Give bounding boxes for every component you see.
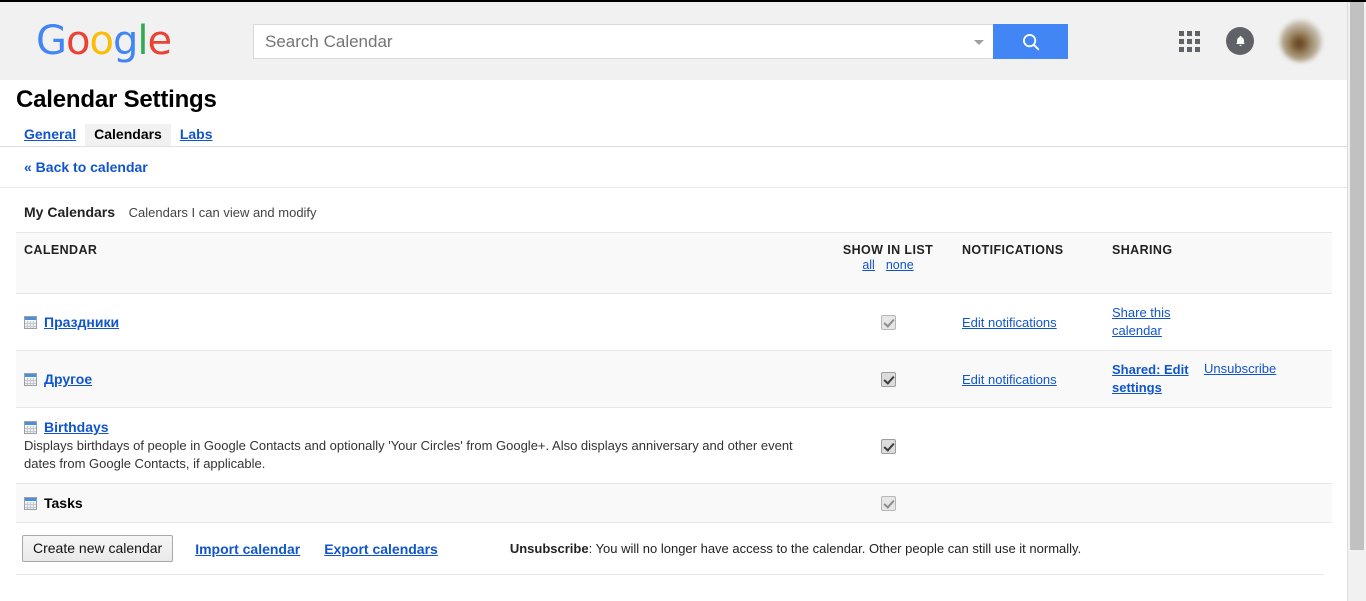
calendar-icon bbox=[24, 421, 37, 434]
edit-notifications-link[interactable]: Edit notifications bbox=[962, 372, 1057, 387]
notifications-cell: Edit notifications bbox=[962, 293, 1112, 351]
google-top-bar: Google bbox=[0, 2, 1348, 80]
unsubscribe-note: Unsubscribe: You will no longer have acc… bbox=[510, 541, 1081, 556]
sharing-cell: Share this calendar bbox=[1112, 293, 1332, 351]
calendar-link-prazdniki[interactable]: Праздники bbox=[44, 313, 119, 331]
tab-labs[interactable]: Labs bbox=[171, 124, 222, 146]
section-subtitle: Calendars I can view and modify bbox=[128, 205, 317, 220]
settings-header: Calendar Settings General Calendars Labs bbox=[0, 80, 1348, 147]
sharing-cell bbox=[1112, 407, 1332, 484]
page-scrollbar[interactable] bbox=[1347, 2, 1366, 601]
calendar-name-cell: Другое bbox=[16, 350, 814, 408]
unsubscribe-link[interactable]: Unsubscribe bbox=[1204, 361, 1276, 376]
calendar-icon bbox=[24, 316, 37, 329]
show-in-list-checkbox[interactable] bbox=[880, 372, 896, 388]
column-header-calendar: CALENDAR bbox=[16, 232, 814, 294]
import-calendar-link[interactable]: Import calendar bbox=[195, 541, 300, 557]
edit-notifications-link[interactable]: Edit notifications bbox=[962, 315, 1057, 330]
chevron-down-icon[interactable] bbox=[974, 39, 984, 45]
calendar-description: Displays birthdays of people in Google C… bbox=[24, 438, 793, 471]
notifications-cell bbox=[962, 407, 1112, 484]
avatar[interactable] bbox=[1280, 20, 1322, 62]
top-bar-actions bbox=[1179, 2, 1322, 80]
show-in-list-toggle-links: all none bbox=[814, 258, 962, 272]
show-in-list-cell bbox=[814, 407, 962, 484]
calendar-icon bbox=[24, 373, 37, 386]
column-header-notifications: NOTIFICATIONS bbox=[962, 232, 1112, 294]
column-header-sharing: SHARING bbox=[1112, 232, 1332, 294]
table-row: Tasks bbox=[16, 483, 1332, 523]
table-row: Праздники Edit notifications Share this … bbox=[16, 293, 1332, 351]
calendar-name-tasks: Tasks bbox=[44, 495, 83, 511]
select-all-link[interactable]: all bbox=[862, 258, 875, 272]
settings-tabs: General Calendars Labs bbox=[16, 122, 1348, 146]
calendar-actions-bar: Create new calendar Import calendar Expo… bbox=[16, 523, 1324, 575]
column-header-show-in-list: SHOW IN LIST all none bbox=[814, 232, 962, 294]
share-this-calendar-link[interactable]: Share this calendar bbox=[1112, 304, 1176, 340]
show-in-list-checkbox[interactable] bbox=[880, 315, 896, 331]
back-to-calendar-row: « Back to calendar bbox=[0, 147, 1348, 188]
search-input-container[interactable] bbox=[253, 24, 993, 59]
my-calendars-heading: My Calendars Calendars I can view and mo… bbox=[0, 188, 1348, 232]
calendar-link-birthdays[interactable]: Birthdays bbox=[44, 418, 109, 436]
scrollbar-thumb[interactable] bbox=[1350, 2, 1364, 550]
unsubscribe-note-text: : You will no longer have access to the … bbox=[588, 541, 1082, 556]
search-bar bbox=[253, 24, 1068, 59]
show-in-list-cell bbox=[814, 293, 962, 351]
search-input[interactable] bbox=[254, 25, 957, 58]
calendar-link-drugoe[interactable]: Другое bbox=[44, 370, 92, 388]
create-new-calendar-button[interactable]: Create new calendar bbox=[22, 535, 174, 562]
sharing-cell bbox=[1112, 483, 1332, 523]
notifications-bell-icon[interactable] bbox=[1226, 27, 1254, 55]
sharing-cell: Shared: Edit settings Unsubscribe bbox=[1112, 350, 1332, 408]
search-button[interactable] bbox=[993, 24, 1068, 59]
section-title: My Calendars bbox=[24, 204, 116, 220]
bell-glyph bbox=[1235, 35, 1245, 46]
notifications-cell bbox=[962, 483, 1112, 523]
select-none-link[interactable]: none bbox=[886, 258, 914, 272]
shared-edit-settings-link[interactable]: Shared: Edit settings bbox=[1112, 361, 1204, 397]
my-calendars-table: CALENDAR SHOW IN LIST all none NOTIFICATI… bbox=[16, 232, 1332, 523]
show-in-list-checkbox[interactable] bbox=[880, 496, 896, 512]
calendar-name-cell: Tasks bbox=[16, 483, 814, 523]
calendar-name-cell: Праздники bbox=[16, 293, 814, 351]
tab-general[interactable]: General bbox=[16, 124, 85, 146]
tab-calendars[interactable]: Calendars bbox=[85, 124, 171, 146]
apps-grid-icon[interactable] bbox=[1179, 30, 1200, 52]
page-title: Calendar Settings bbox=[16, 86, 217, 113]
calendar-action-links: Import calendar Export calendars bbox=[195, 541, 438, 557]
show-in-list-checkbox[interactable] bbox=[880, 438, 896, 454]
page-content: Google Search Calendar Calendar Settings… bbox=[0, 2, 1348, 601]
export-calendars-link[interactable]: Export calendars bbox=[324, 541, 438, 557]
notifications-cell: Edit notifications bbox=[962, 350, 1112, 408]
calendar-icon bbox=[24, 497, 37, 510]
table-row: Другое Edit notifications Shared: Edit s… bbox=[16, 350, 1332, 408]
back-to-calendar-link[interactable]: « Back to calendar bbox=[24, 159, 148, 175]
search-icon bbox=[1022, 33, 1039, 50]
calendar-name-cell: Birthdays Displays birthdays of people i… bbox=[16, 407, 814, 484]
show-in-list-cell bbox=[814, 350, 962, 408]
browser-viewport: Google Search Calendar Calendar Settings… bbox=[0, 0, 1366, 601]
google-logo[interactable]: Google bbox=[36, 21, 172, 61]
unsubscribe-note-term: Unsubscribe bbox=[509, 541, 589, 556]
show-in-list-cell bbox=[814, 483, 962, 523]
show-in-list-label: SHOW IN LIST bbox=[842, 243, 934, 257]
table-header-row: CALENDAR SHOW IN LIST all none NOTIFICATI… bbox=[16, 232, 1332, 294]
table-row: Birthdays Displays birthdays of people i… bbox=[16, 407, 1332, 484]
